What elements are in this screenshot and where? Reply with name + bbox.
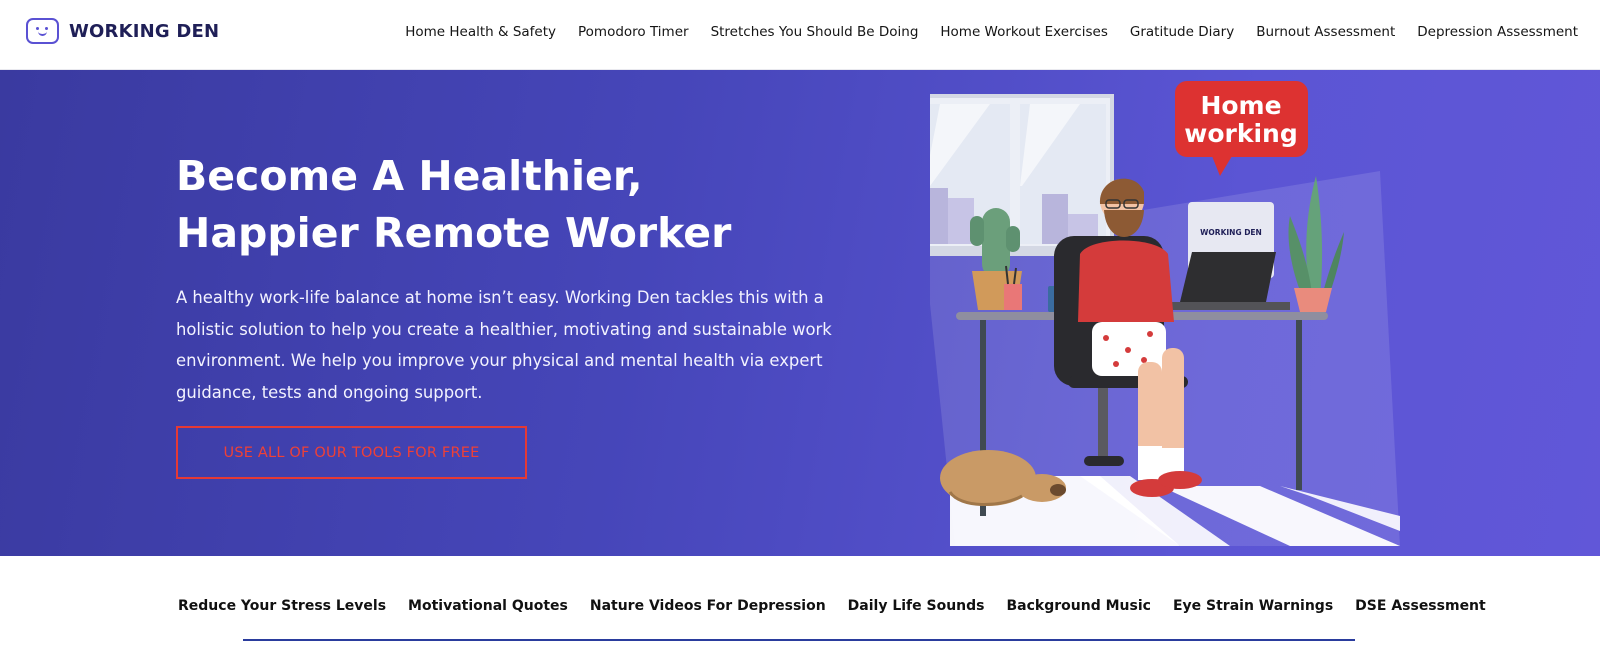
window-icon <box>930 94 1114 256</box>
bubble-line1: Home <box>1200 91 1281 120</box>
main-nav: Home Health & Safety Pomodoro Timer Stre… <box>405 24 1578 40</box>
hero-section: Become A Healthier, Happier Remote Worke… <box>0 70 1600 556</box>
tab-daily-life-sounds[interactable]: Daily Life Sounds <box>848 598 985 614</box>
logo-face-icon <box>26 18 59 44</box>
tab-nature-videos[interactable]: Nature Videos For Depression <box>590 598 826 614</box>
bubble-line2: working <box>1184 119 1298 148</box>
use-tools-free-button[interactable]: USE ALL OF OUR TOOLS FOR FREE <box>176 426 527 479</box>
monitor-brand: WORKING DEN <box>1200 228 1262 237</box>
nav-burnout-assessment[interactable]: Burnout Assessment <box>1256 24 1395 40</box>
nav-stretches[interactable]: Stretches You Should Be Doing <box>711 24 919 40</box>
tab-background-music[interactable]: Background Music <box>1007 598 1151 614</box>
hero-title: Become A Healthier, Happier Remote Worke… <box>176 148 796 262</box>
home-working-bubble: Home working <box>1175 81 1308 176</box>
tools-tabs: Reduce Your Stress Levels Motivational Q… <box>178 598 1486 614</box>
tab-dse-assessment[interactable]: DSE Assessment <box>1355 598 1486 614</box>
tab-eye-strain-warnings[interactable]: Eye Strain Warnings <box>1173 598 1333 614</box>
hero-title-line1: Become A Healthier, <box>176 152 643 200</box>
site-logo[interactable]: WORKING DEN <box>26 16 219 46</box>
nav-home-workout[interactable]: Home Workout Exercises <box>940 24 1107 40</box>
tabs-underline <box>243 639 1355 641</box>
nav-home-health-safety[interactable]: Home Health & Safety <box>405 24 556 40</box>
hero-description: A healthy work-life balance at home isn’… <box>176 288 832 402</box>
site-header: WORKING DEN Home Health & Safety Pomodor… <box>0 0 1600 70</box>
home-working-illustration: Home working WORKING DEN <box>930 81 1400 546</box>
nav-depression-assessment[interactable]: Depression Assessment <box>1417 24 1578 40</box>
nav-gratitude-diary[interactable]: Gratitude Diary <box>1130 24 1234 40</box>
tab-motivational-quotes[interactable]: Motivational Quotes <box>408 598 568 614</box>
hero-title-line2: Happier Remote Worker <box>176 209 732 257</box>
brand-name: WORKING DEN <box>69 20 220 42</box>
tab-reduce-stress[interactable]: Reduce Your Stress Levels <box>178 598 386 614</box>
nav-pomodoro-timer[interactable]: Pomodoro Timer <box>578 24 689 40</box>
